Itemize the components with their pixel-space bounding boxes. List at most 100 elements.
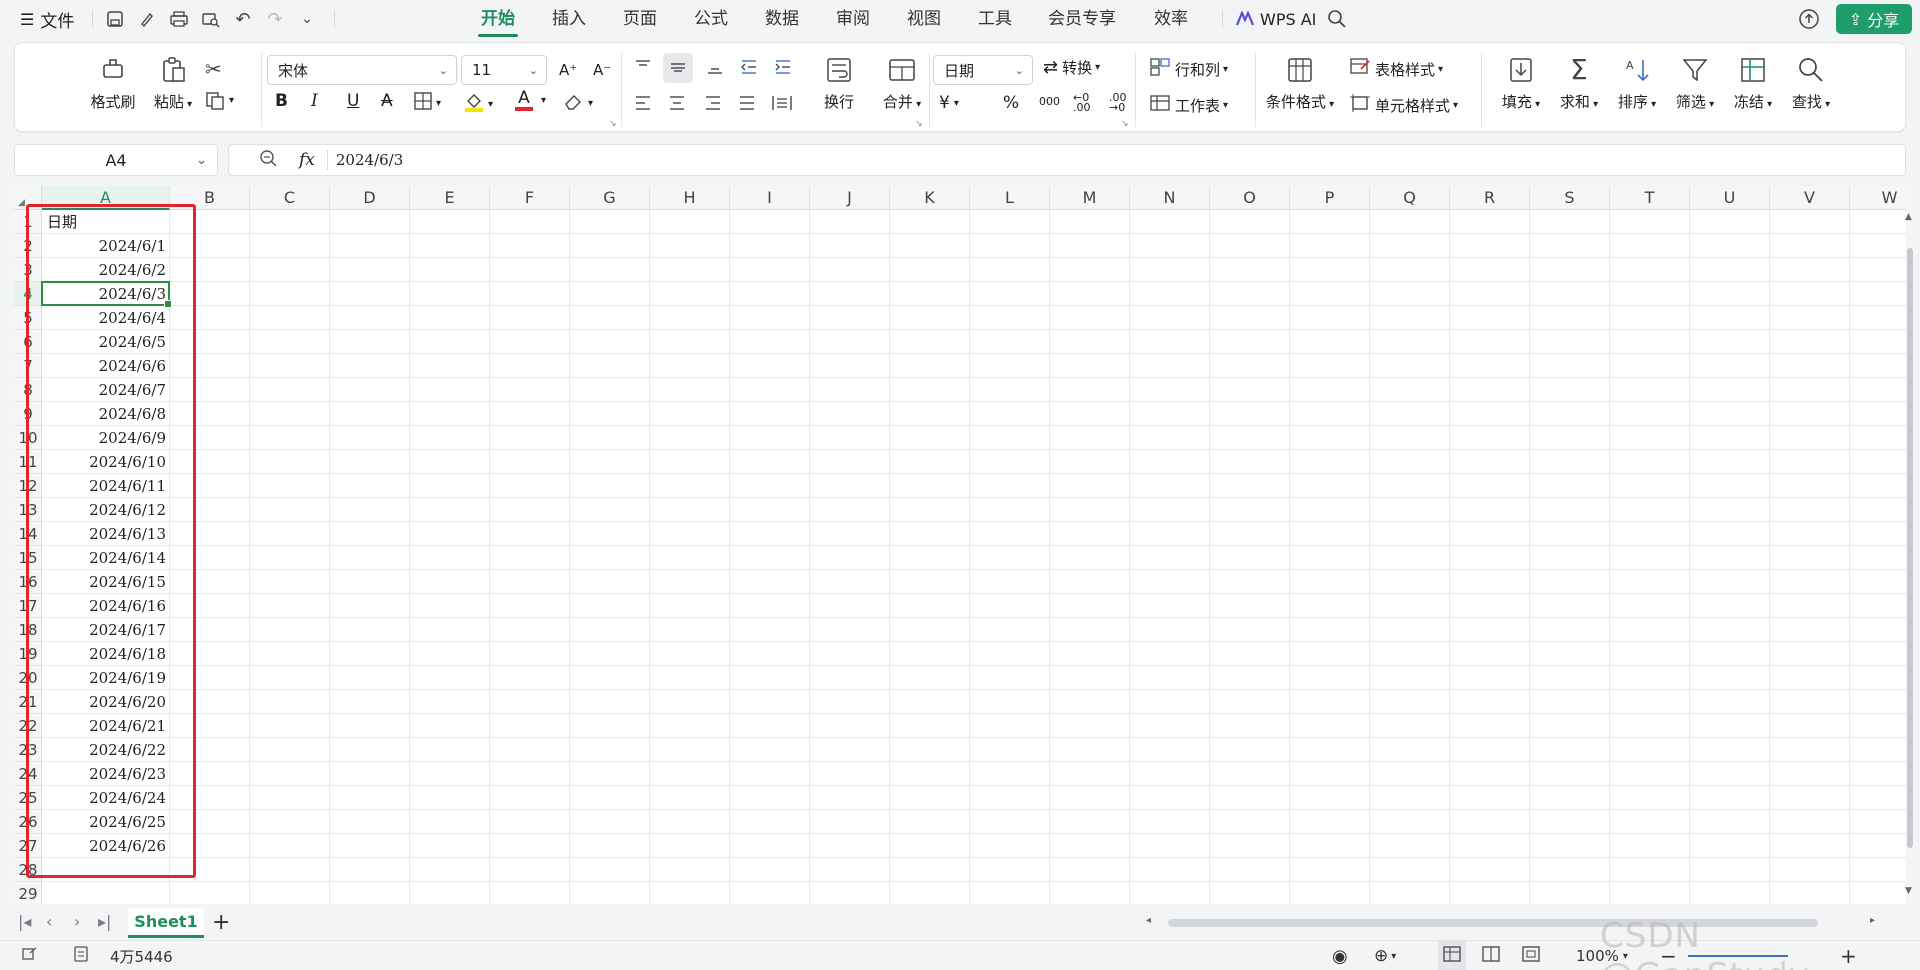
cell-a6[interactable]: 2024/6/5 xyxy=(42,330,170,354)
row-header-10[interactable]: 10 xyxy=(14,426,42,450)
tab-data[interactable]: 数据 xyxy=(758,6,806,32)
increase-indent-button[interactable] xyxy=(773,57,793,81)
cell-a16[interactable]: 2024/6/15 xyxy=(42,570,170,594)
cells-area[interactable]: 日期 2024/6/1 2024/6/2 2024/6/3 2024/6/4 2024/6… xyxy=(41,210,1906,904)
row-header-6[interactable]: 6 xyxy=(14,330,42,354)
cell-a23[interactable]: 2024/6/22 xyxy=(42,738,170,762)
formula-value[interactable]: 2024/6/3 xyxy=(336,151,403,169)
undo-button[interactable]: ↶ xyxy=(232,0,254,38)
convert-button[interactable]: ⇄ 转换 ▾ xyxy=(1043,57,1100,78)
row-header-22[interactable]: 22 xyxy=(14,714,42,738)
cell-a20[interactable]: 2024/6/19 xyxy=(42,666,170,690)
dialog-launcher-icon[interactable]: ↘ xyxy=(609,119,617,129)
wrap-text-button[interactable]: 换行 xyxy=(811,51,867,129)
row-header-13[interactable]: 13 xyxy=(14,498,42,522)
column-header-v[interactable]: V xyxy=(1770,186,1850,210)
template-button[interactable] xyxy=(136,0,158,38)
row-header-26[interactable]: 26 xyxy=(14,810,42,834)
font-name-select[interactable]: 宋体 ⌄ xyxy=(267,55,457,85)
row-header-23[interactable]: 23 xyxy=(14,738,42,762)
sort-button[interactable]: A 排序 ▾ xyxy=(1609,51,1665,129)
first-sheet-icon[interactable]: |◂ xyxy=(18,912,31,931)
print-button[interactable] xyxy=(168,0,190,38)
vertical-scrollbar[interactable]: ▲ ▼ xyxy=(1904,210,1916,900)
row-header-9[interactable]: 9 xyxy=(14,402,42,426)
row-header-19[interactable]: 19 xyxy=(14,642,42,666)
cell-a18[interactable]: 2024/6/17 xyxy=(42,618,170,642)
scroll-thumb[interactable] xyxy=(1907,248,1913,848)
column-header-h[interactable]: H xyxy=(650,186,730,210)
dialog-launcher-icon[interactable]: ↘ xyxy=(1121,119,1129,129)
row-header-11[interactable]: 11 xyxy=(14,450,42,474)
tab-home[interactable]: 开始 xyxy=(474,6,522,37)
cell-a10[interactable]: 2024/6/9 xyxy=(42,426,170,450)
cell-a2[interactable]: 2024/6/1 xyxy=(42,234,170,258)
underline-button[interactable]: U xyxy=(347,91,359,111)
page-layout-view-button[interactable] xyxy=(1482,941,1500,970)
cell-a7[interactable]: 2024/6/6 xyxy=(42,354,170,378)
row-header-16[interactable]: 16 xyxy=(14,570,42,594)
column-header-j[interactable]: J xyxy=(810,186,890,210)
row-header-12[interactable]: 12 xyxy=(14,474,42,498)
tab-review[interactable]: 审阅 xyxy=(829,6,877,32)
worksheet-button[interactable]: 工作表 ▾ xyxy=(1149,93,1228,117)
tab-page[interactable]: 页面 xyxy=(616,6,664,32)
row-header-18[interactable]: 18 xyxy=(14,618,42,642)
cell-style-button[interactable]: 单元格样式 ▾ xyxy=(1349,93,1458,117)
filter-button[interactable]: 筛选 ▾ xyxy=(1667,51,1723,129)
scroll-up-icon[interactable]: ▲ xyxy=(1905,212,1912,222)
row-header-15[interactable]: 15 xyxy=(14,546,42,570)
row-header-4[interactable]: 4 xyxy=(14,282,42,306)
column-header-s[interactable]: S xyxy=(1530,186,1610,210)
decrease-indent-button[interactable] xyxy=(739,57,759,81)
sheet-tab-sheet1[interactable]: Sheet1 xyxy=(128,908,204,938)
table-style-button[interactable]: 表格样式 ▾ xyxy=(1349,57,1443,81)
borders-button[interactable]: ▾ xyxy=(413,91,441,115)
row-header-29[interactable]: 29 xyxy=(14,882,42,904)
zoom-in-button[interactable]: + xyxy=(1840,941,1857,970)
cell-a22[interactable]: 2024/6/21 xyxy=(42,714,170,738)
strikethrough-button[interactable]: A xyxy=(381,91,393,111)
wps-ai-button[interactable]: WPS AI xyxy=(1234,0,1316,38)
layout-settings-button[interactable]: ⊕ ▾ xyxy=(1374,941,1396,970)
name-box[interactable]: A4 ⌄ xyxy=(14,144,218,176)
column-header-a[interactable]: A xyxy=(42,186,170,210)
scroll-left-icon[interactable]: ◂ xyxy=(1146,915,1151,926)
prev-sheet-icon[interactable]: ‹ xyxy=(46,912,52,931)
row-header-5[interactable]: 5 xyxy=(14,306,42,330)
dialog-launcher-icon[interactable]: ↘ xyxy=(915,119,923,129)
tab-member[interactable]: 会员专享 xyxy=(1040,6,1124,32)
cell-a19[interactable]: 2024/6/18 xyxy=(42,642,170,666)
redo-button[interactable]: ↷ xyxy=(264,0,286,38)
align-left-button[interactable] xyxy=(633,93,653,117)
column-header-t[interactable]: T xyxy=(1610,186,1690,210)
row-header-14[interactable]: 14 xyxy=(14,522,42,546)
paste-button[interactable]: 粘贴 ▾ xyxy=(145,51,201,129)
justify-button[interactable] xyxy=(737,93,757,117)
number-format-select[interactable]: 日期 ⌄ xyxy=(933,55,1033,85)
font-size-select[interactable]: 11 ⌄ xyxy=(461,55,547,85)
percent-button[interactable]: % xyxy=(1003,93,1019,113)
align-bottom-button[interactable] xyxy=(705,57,725,81)
sum-button[interactable]: Σ 求和 ▾ xyxy=(1551,51,1607,129)
column-header-k[interactable]: K xyxy=(890,186,970,210)
column-header-n[interactable]: N xyxy=(1130,186,1210,210)
page-break-view-button[interactable] xyxy=(1522,941,1540,970)
increase-decimal-button[interactable]: ←0.00 xyxy=(1073,92,1091,113)
last-sheet-icon[interactable]: ▸| xyxy=(98,912,111,931)
share-button[interactable]: ⇪ 分享 xyxy=(1836,4,1912,34)
column-header-g[interactable]: G xyxy=(570,186,650,210)
cell-a14[interactable]: 2024/6/13 xyxy=(42,522,170,546)
doc-info-button[interactable] xyxy=(72,941,90,970)
conditional-format-button[interactable]: 条件格式 ▾ xyxy=(1263,51,1337,129)
align-middle-button[interactable] xyxy=(663,53,693,83)
column-header-w[interactable]: W xyxy=(1850,186,1906,210)
row-header-21[interactable]: 21 xyxy=(14,690,42,714)
search-button[interactable] xyxy=(1326,0,1348,38)
decrease-decimal-button[interactable]: .00 →0 xyxy=(1109,92,1127,113)
cell-a3[interactable]: 2024/6/2 xyxy=(42,258,170,282)
thousands-button[interactable]: 000 xyxy=(1039,95,1060,108)
row-header-28[interactable]: 28 xyxy=(14,858,42,882)
font-color-button[interactable]: A xyxy=(515,89,533,111)
cell-a25[interactable]: 2024/6/24 xyxy=(42,786,170,810)
